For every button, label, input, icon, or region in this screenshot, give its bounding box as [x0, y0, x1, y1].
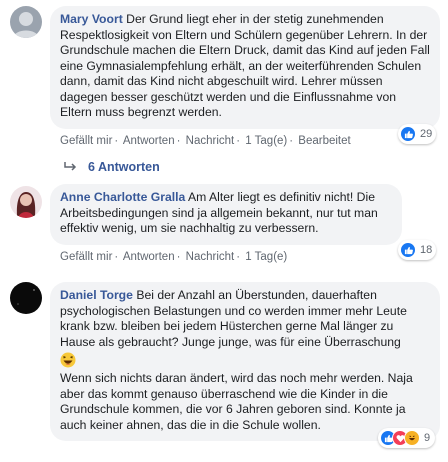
like-reaction-icon: [400, 242, 416, 258]
comment-bubble: Anne Charlotte Gralla Am Alter liegt es …: [50, 184, 402, 245]
reaction-count: 18: [420, 244, 433, 256]
reaction-count: 29: [420, 128, 433, 140]
comment-actions: Gefällt mir · Antworten · Nachricht · 1 Tag…: [60, 251, 288, 263]
avatar[interactable]: [10, 186, 42, 218]
reaction-summary[interactable]: 29: [398, 124, 437, 144]
reaction-summary[interactable]: 9: [378, 428, 436, 448]
like-link[interactable]: Gefällt mir: [60, 135, 112, 147]
like-link[interactable]: Gefällt mir: [60, 251, 112, 263]
like-reaction-icon: [400, 126, 416, 142]
reply-link[interactable]: Antworten: [123, 251, 175, 263]
view-replies-link[interactable]: 6 Antworten: [64, 160, 160, 174]
replies-count[interactable]: 6 Antworten: [88, 160, 160, 174]
reaction-summary[interactable]: 18: [398, 240, 437, 260]
comment-bubble: Daniel Torge Bei der Anzahl an Überstund…: [50, 282, 440, 441]
timestamp[interactable]: 1 Tag(e): [245, 251, 287, 263]
laughing-emoji-icon: [60, 352, 76, 368]
message-link[interactable]: Nachricht: [186, 135, 235, 147]
comment-bubble: Mary Voort Der Grund liegt eher in der s…: [50, 6, 440, 129]
edited-label[interactable]: Bearbeitet: [298, 135, 350, 147]
comment-text-continued: Wenn sich nichts daran ändert, wird das …: [60, 371, 413, 432]
reply-link[interactable]: Antworten: [123, 135, 175, 147]
haha-reaction-icon: [404, 430, 420, 446]
avatar[interactable]: [10, 6, 42, 38]
timestamp[interactable]: 1 Tag(e): [245, 135, 287, 147]
comment-author[interactable]: Anne Charlotte Gralla: [60, 190, 185, 204]
comment-author[interactable]: Mary Voort: [60, 12, 123, 26]
comment-actions: Gefällt mir · Antworten · Nachricht · 1 Tag…: [60, 135, 351, 147]
comment-text: Der Grund liegt eher in der stetig zuneh…: [60, 12, 430, 119]
reply-arrow-icon: [64, 162, 77, 171]
reaction-count: 9: [424, 432, 431, 444]
message-link[interactable]: Nachricht: [186, 251, 235, 263]
avatar[interactable]: [10, 282, 42, 314]
comment-author[interactable]: Daniel Torge: [60, 288, 133, 302]
